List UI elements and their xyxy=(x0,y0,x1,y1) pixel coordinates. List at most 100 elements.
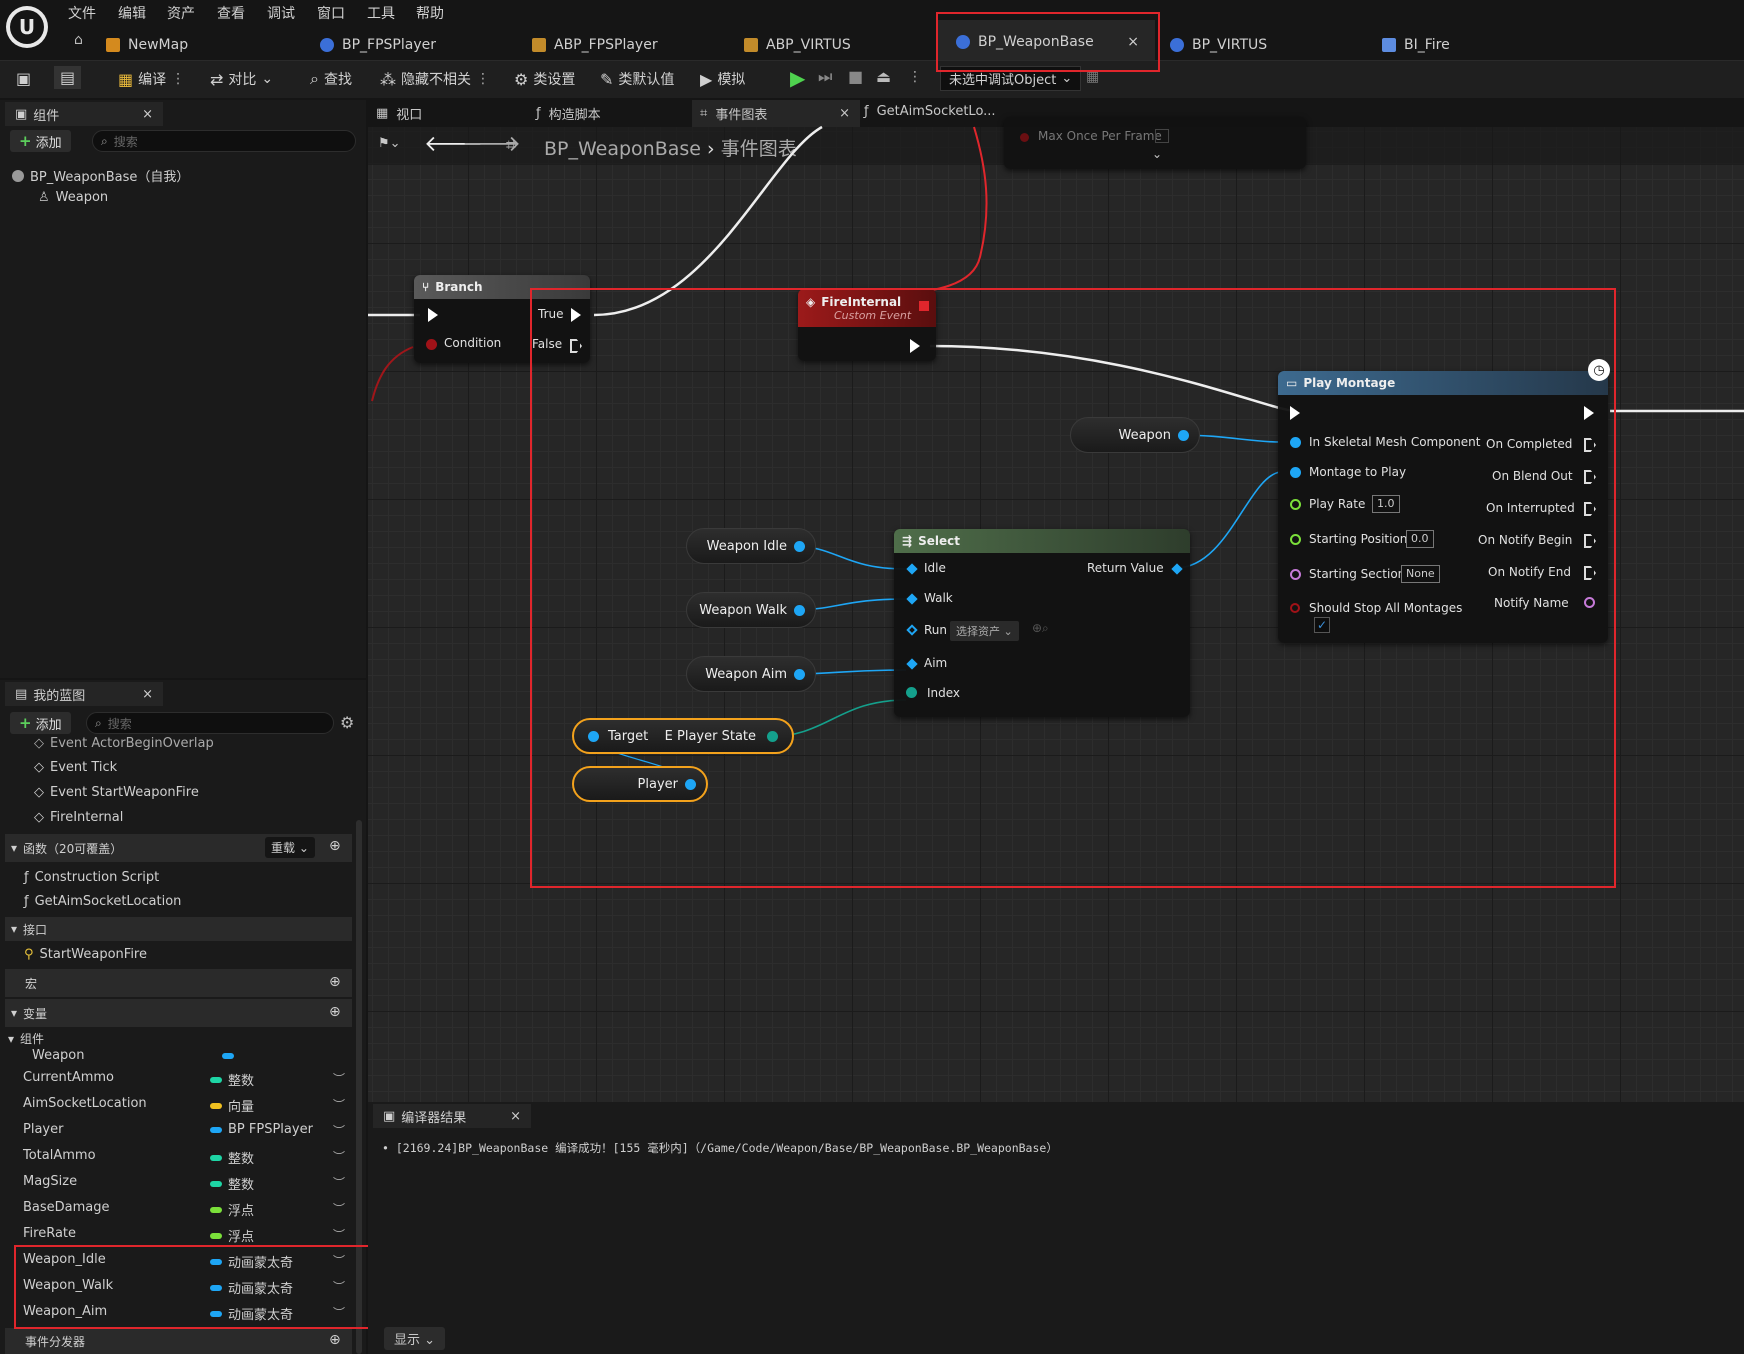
blueprint-search-input[interactable]: ⌕ 搜索 xyxy=(86,712,334,734)
menu-tools[interactable]: 工具 xyxy=(367,3,395,23)
function-item[interactable]: ƒ Construction Script xyxy=(24,870,159,885)
delegate-pin[interactable] xyxy=(919,301,929,311)
condition-pin[interactable] xyxy=(426,339,437,350)
tab-bi-fire[interactable]: BI_Fire xyxy=(1382,28,1450,62)
eye-closed-icon[interactable]: ︶ xyxy=(333,1252,345,1269)
add-dispatcher-icon[interactable]: ⊕ xyxy=(329,1332,341,1348)
output-pin[interactable] xyxy=(685,779,696,790)
variable-item[interactable]: MagSize 整数 ︶ xyxy=(5,1170,352,1194)
event-item[interactable]: ◇ FireInternal xyxy=(34,810,123,825)
eye-closed-icon[interactable]: ︶ xyxy=(333,1122,345,1139)
component-weapon[interactable]: ♙ Weapon xyxy=(38,190,108,205)
exec-out-pin[interactable] xyxy=(1584,406,1594,420)
add-macro-icon[interactable]: ⊕ xyxy=(329,974,341,990)
weapon-walk-variable-node[interactable]: Weapon Walk xyxy=(686,592,816,628)
run-pin[interactable] xyxy=(906,624,918,636)
chevron-down-icon[interactable]: ⌄ xyxy=(1152,147,1162,161)
eye-closed-icon[interactable]: ︶ xyxy=(333,1304,345,1321)
play-rate-pin[interactable] xyxy=(1290,499,1301,510)
debug-object-dropdown[interactable]: 未选中调试Object ⌄ xyxy=(940,66,1082,91)
bool-pin[interactable] xyxy=(1020,133,1029,142)
stop-all-pin[interactable] xyxy=(1290,603,1300,613)
play-options-icon[interactable]: ⋮ xyxy=(908,69,922,85)
tab-getaimsocket[interactable]: ƒ GetAimSocketLo... xyxy=(864,104,996,119)
variable-item[interactable]: TotalAmmo 整数 ︶ xyxy=(5,1144,352,1168)
stop-all-checkbox[interactable]: ✓ xyxy=(1314,617,1330,633)
tab-bp-weaponbase[interactable]: BP_WeaponBase × xyxy=(938,20,1155,64)
component-root[interactable]: BP_WeaponBase（自我） xyxy=(12,166,189,185)
step-button[interactable]: ⏭ xyxy=(818,67,832,87)
tab-event-graph[interactable]: ⌗ 事件图表 × xyxy=(692,100,860,127)
asset-picker-dropdown[interactable]: 选择资产 ⌄ xyxy=(950,621,1019,641)
start-section-input[interactable]: None xyxy=(1401,565,1440,583)
menu-window[interactable]: 窗口 xyxy=(317,3,345,23)
scrollbar[interactable] xyxy=(356,820,362,1354)
close-icon[interactable]: × xyxy=(142,687,153,702)
add-member-button[interactable]: + 添加 xyxy=(10,712,71,734)
mesh-pin[interactable] xyxy=(1290,437,1301,448)
eye-closed-icon[interactable]: ︶ xyxy=(333,1148,345,1165)
on-notify-begin-pin[interactable] xyxy=(1584,534,1596,548)
macros-category[interactable]: 宏 ⊕ xyxy=(5,969,352,997)
exec-out-pin[interactable] xyxy=(910,339,920,353)
close-icon[interactable]: × xyxy=(142,107,153,122)
player-state-getter-node[interactable]: Target E Player State xyxy=(572,718,794,754)
eject-button[interactable]: ⏏ xyxy=(876,67,891,86)
show-dropdown[interactable]: 显示 ⌄ xyxy=(384,1327,446,1350)
output-pin[interactable] xyxy=(794,605,805,616)
eye-closed-icon[interactable]: ︶ xyxy=(333,1226,345,1243)
play-montage-node[interactable]: ▭ Play Montage ◷ In Skeletal Mesh Compone… xyxy=(1278,359,1610,643)
start-position-pin[interactable] xyxy=(1290,534,1301,545)
event-item[interactable]: ◇ Event Tick xyxy=(34,760,117,775)
dispatchers-category[interactable]: 事件分发器 ⊕ xyxy=(5,1328,352,1354)
components-tab[interactable]: ▣ 组件 × xyxy=(5,102,163,126)
compile-button[interactable]: ▦ 编译 ⋮ xyxy=(118,69,185,89)
variable-item[interactable]: Weapon_Walk 动画蒙太奇 ︶ xyxy=(5,1274,352,1298)
tab-newmap[interactable]: NewMap xyxy=(106,28,188,62)
variable-item[interactable]: CurrentAmmo 整数 ︶ xyxy=(5,1066,352,1090)
return-value-pin[interactable] xyxy=(1171,563,1183,575)
exec-true-pin[interactable] xyxy=(571,308,581,322)
menu-help[interactable]: 帮助 xyxy=(416,3,444,23)
exec-false-pin[interactable] xyxy=(570,339,582,353)
eye-closed-icon[interactable]: ︶ xyxy=(333,1070,345,1087)
branch-node[interactable]: ⑂ Branch True Condition False xyxy=(414,275,590,363)
event-item[interactable]: ◇ Event ActorBeginOverlap xyxy=(34,736,214,751)
variable-item[interactable]: AimSocketLocation 向量 ︶ xyxy=(5,1092,352,1116)
settings-gear-icon[interactable]: ⚙ xyxy=(340,713,354,732)
tab-viewport[interactable]: ▦ 视口 xyxy=(376,104,422,123)
interfaces-category[interactable]: ▾ 接口 xyxy=(5,917,352,941)
class-defaults-button[interactable]: ✎ 类默认值 xyxy=(600,69,674,89)
my-blueprint-tab[interactable]: ▤ 我的蓝图 × xyxy=(5,682,163,706)
play-rate-input[interactable]: 1.0 xyxy=(1372,495,1400,513)
components-group[interactable]: ▾ 组件 xyxy=(8,1030,44,1047)
variable-item[interactable]: Weapon_Aim 动画蒙太奇 ︶ xyxy=(5,1300,352,1324)
output-pin[interactable] xyxy=(1178,430,1189,441)
play-button[interactable]: ▶ xyxy=(790,66,805,90)
variable-item-weapon[interactable]: Weapon xyxy=(32,1048,234,1063)
walk-pin[interactable] xyxy=(906,593,918,605)
start-position-input[interactable]: 0.0 xyxy=(1406,530,1434,548)
top-node[interactable]: Max Once Per Frame ⌄ xyxy=(1004,117,1306,169)
weapon-aim-variable-node[interactable]: Weapon Aim xyxy=(686,656,816,692)
add-function-icon[interactable]: ⊕ xyxy=(329,838,341,854)
interface-item[interactable]: ⚲ StartWeaponFire xyxy=(24,947,147,962)
functions-category[interactable]: ▾ 函数（20可覆盖） 重载 ⌄ ⊕ xyxy=(5,834,352,862)
browse-icon[interactable]: ▤ xyxy=(54,66,82,89)
output-pin[interactable] xyxy=(794,669,805,680)
add-variable-icon[interactable]: ⊕ xyxy=(329,1004,341,1020)
variable-item[interactable]: BaseDamage 浮点 ︶ xyxy=(5,1196,352,1220)
stop-button[interactable]: ■ xyxy=(848,67,863,86)
override-dropdown[interactable]: 重载 ⌄ xyxy=(265,837,315,858)
start-section-pin[interactable] xyxy=(1290,569,1301,580)
output-pin[interactable] xyxy=(794,541,805,552)
eye-closed-icon[interactable]: ︶ xyxy=(333,1278,345,1295)
unreal-logo[interactable]: U xyxy=(6,6,48,48)
tab-abp-fpsplayer[interactable]: ABP_FPSPlayer xyxy=(532,28,658,62)
on-notify-end-pin[interactable] xyxy=(1584,566,1596,580)
state-output-pin[interactable] xyxy=(767,731,778,742)
variables-category[interactable]: ▾ 变量 ⊕ xyxy=(5,999,352,1027)
exec-in-pin[interactable] xyxy=(1290,406,1300,420)
player-variable-node[interactable]: Player xyxy=(572,766,708,802)
index-pin[interactable] xyxy=(906,687,917,698)
